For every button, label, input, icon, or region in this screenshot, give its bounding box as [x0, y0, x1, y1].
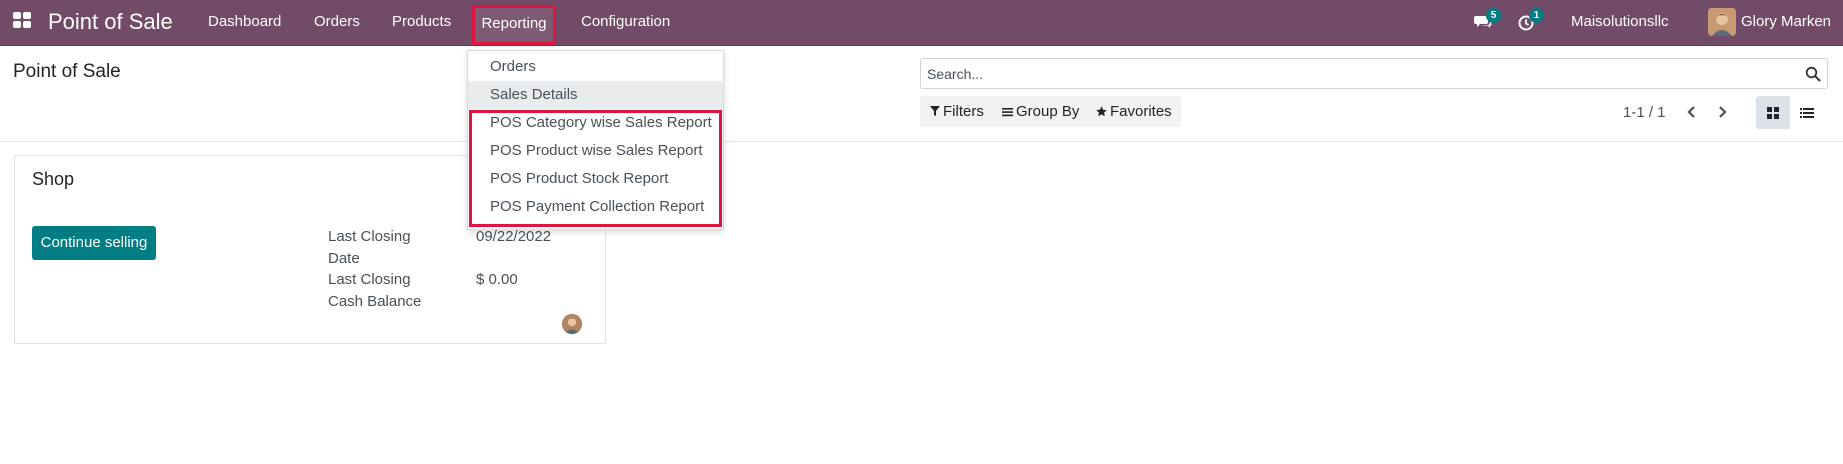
- menu-products[interactable]: Products: [392, 13, 451, 30]
- list-icon: [1800, 108, 1814, 118]
- menu-configuration[interactable]: Configuration: [581, 13, 670, 30]
- user-avatar[interactable]: [1708, 8, 1736, 36]
- dropdown-item-product-stock-report[interactable]: POS Product Stock Report: [468, 165, 723, 193]
- chevron-left-icon[interactable]: [1682, 103, 1702, 121]
- filters-label: Filters: [943, 103, 984, 120]
- menu-reporting-label: Reporting: [481, 15, 547, 32]
- kanban-view-button[interactable]: [1756, 96, 1790, 129]
- last-closing-date-value: 09/22/2022: [476, 228, 552, 245]
- filter-icon: [930, 106, 940, 116]
- app-brand[interactable]: Point of Sale: [48, 9, 173, 35]
- search-panel-buttons: Filters Group By Favorites: [920, 96, 1181, 127]
- group-by-button[interactable]: Group By: [1002, 103, 1079, 120]
- dropdown-item-orders[interactable]: Orders: [468, 53, 723, 81]
- last-closing-cash-label: Last Closing Cash Balance: [328, 271, 422, 310]
- chevron-right-icon[interactable]: [1712, 103, 1732, 121]
- menu-reporting[interactable]: Reporting: [472, 5, 556, 45]
- star-icon: [1096, 106, 1107, 117]
- top-navbar: Point of Sale Dashboard Orders Products …: [0, 0, 1843, 46]
- dropdown-item-category-sales-report[interactable]: POS Category wise Sales Report: [468, 109, 723, 137]
- activities-badge: 1: [1529, 8, 1544, 23]
- last-closing-date-label: Last Closing Date: [328, 228, 411, 267]
- dropdown-item-payment-collection-report[interactable]: POS Payment Collection Report: [468, 193, 723, 221]
- favorites-label: Favorites: [1110, 103, 1172, 120]
- card-title: Shop: [32, 169, 75, 189]
- breadcrumb-title: Point of Sale: [13, 61, 121, 82]
- continue-selling-button[interactable]: Continue selling: [32, 226, 156, 260]
- messages-badge: 5: [1486, 8, 1501, 23]
- pager-value[interactable]: 1-1 / 1: [1623, 104, 1666, 121]
- responsible-avatar[interactable]: [562, 314, 582, 334]
- list-view-button[interactable]: [1790, 96, 1824, 129]
- menu-orders[interactable]: Orders: [314, 13, 360, 30]
- activities-button[interactable]: 1: [1517, 8, 1544, 33]
- dropdown-item-sales-details[interactable]: Sales Details: [468, 81, 723, 109]
- filters-button[interactable]: Filters: [930, 103, 984, 120]
- dropdown-item-product-sales-report[interactable]: POS Product wise Sales Report: [468, 137, 723, 165]
- search-input[interactable]: [927, 64, 1787, 84]
- last-closing-cash-value: $ 0.00: [476, 271, 518, 288]
- control-panel: Point of Sale Filters Group By Favorites…: [0, 47, 1843, 142]
- group-by-label: Group By: [1016, 103, 1080, 120]
- messages-button[interactable]: 5: [1474, 8, 1501, 33]
- favorites-button[interactable]: Favorites: [1096, 103, 1172, 120]
- apps-menu-icon[interactable]: [13, 12, 31, 28]
- reporting-dropdown: Orders Sales Details POS Category wise S…: [467, 50, 724, 230]
- search-icon[interactable]: [1805, 66, 1821, 82]
- kanban-icon: [1767, 107, 1779, 119]
- user-menu[interactable]: Glory Marken: [1741, 13, 1831, 30]
- search-bar[interactable]: [920, 58, 1828, 89]
- company-switcher[interactable]: Maisolutionsllc: [1571, 13, 1669, 30]
- bars-icon: [1002, 107, 1013, 116]
- menu-dashboard[interactable]: Dashboard: [208, 13, 281, 30]
